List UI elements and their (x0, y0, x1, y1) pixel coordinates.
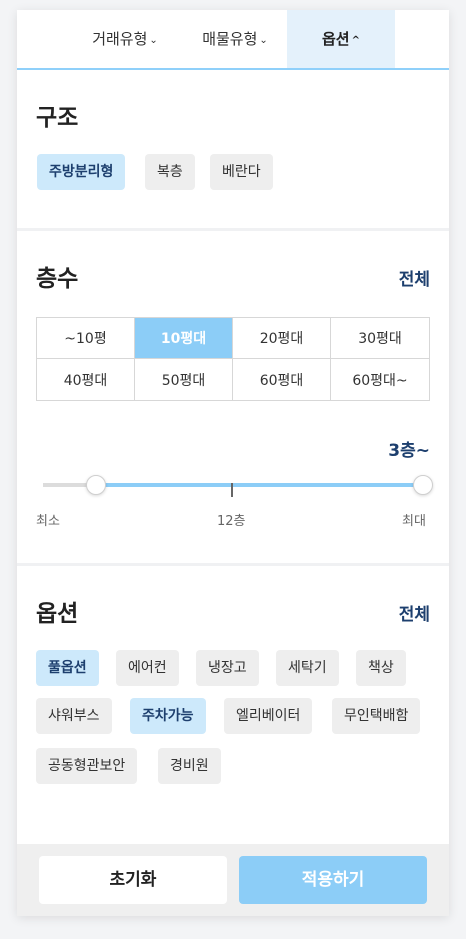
structure-section: 구조 주방분리형 복층 베란다 (17, 70, 449, 228)
slider-min-label: 최소 (36, 514, 60, 529)
size-cell[interactable]: ~10평 (37, 318, 135, 359)
floor-slider-fill (96, 483, 423, 487)
chip-desk[interactable]: 책상 (356, 650, 406, 686)
chip-kitchen-separated[interactable]: 주방분리형 (37, 154, 126, 190)
size-cell[interactable]: 50평대 (135, 359, 233, 400)
chip-entrance-security[interactable]: 공동형관보안 (36, 748, 138, 784)
filter-tabs: 거래유형 ⌄ 매물유형 ⌄ 옵션 ^ (17, 10, 449, 70)
tab-options[interactable]: 옵션 ^ (287, 10, 395, 68)
chip-full-option[interactable]: 풀옵션 (36, 650, 99, 686)
size-cell[interactable]: 20평대 (233, 318, 331, 359)
size-cell[interactable]: 40평대 (37, 359, 135, 400)
options-section: 옵션 전체 풀옵션 에어컨 냉장고 세탁기 책상 샤워부스 주차가능 엘리베이터… (17, 566, 449, 844)
floors-all-button[interactable]: 전체 (399, 265, 430, 290)
slider-max-label: 최대 (402, 514, 426, 529)
tab-deal-type-label: 거래유형 (92, 30, 148, 48)
chip-aircon[interactable]: 에어컨 (116, 650, 179, 686)
size-grid: ~10평 10평대 20평대 30평대 40평대 50평대 60평대 60평대~ (36, 317, 430, 401)
floors-section: 층수 전체 ~10평 10평대 20평대 30평대 40평대 50평대 60평대… (17, 231, 449, 563)
chip-fridge[interactable]: 냉장고 (196, 650, 259, 686)
floor-slider-min-handle[interactable] (86, 475, 107, 495)
chip-veranda[interactable]: 베란다 (210, 154, 273, 190)
chevron-down-icon: ⌄ (259, 35, 268, 46)
chip-shower-booth[interactable]: 샤워부스 (36, 698, 112, 734)
tab-property-type[interactable]: 매물유형 ⌄ (185, 10, 285, 68)
tab-property-type-label: 매물유형 (202, 30, 258, 48)
chip-parking[interactable]: 주차가능 (130, 698, 206, 734)
apply-button[interactable]: 적용하기 (239, 856, 427, 904)
chip-security-guard[interactable]: 경비원 (158, 748, 221, 784)
chevron-down-icon: ⌄ (149, 35, 158, 46)
chip-washer[interactable]: 세탁기 (276, 650, 339, 686)
size-cell[interactable]: 30평대 (331, 318, 429, 359)
structure-title: 구조 (36, 105, 79, 131)
filter-panel: 거래유형 ⌄ 매물유형 ⌄ 옵션 ^ 구조 주방분리형 복층 베란다 층수 전체 ~1… (17, 10, 449, 916)
chip-parcel-locker[interactable]: 무인택배함 (332, 698, 421, 734)
reset-button[interactable]: 초기화 (39, 856, 227, 904)
chip-elevator[interactable]: 엘리베이터 (224, 698, 313, 734)
tab-deal-type[interactable]: 거래유형 ⌄ (75, 10, 175, 68)
chip-duplex[interactable]: 복층 (145, 154, 195, 190)
tab-options-label: 옵션 (322, 30, 350, 48)
filter-footer: 초기화 적용하기 (17, 844, 449, 916)
slider-mid-label: 12층 (217, 514, 246, 529)
size-cell[interactable]: 60평대~ (331, 359, 429, 400)
slider-mid-tick (231, 483, 233, 497)
floor-range-value: 3층~ (388, 441, 430, 461)
size-cell[interactable]: 60평대 (233, 359, 331, 400)
size-cell-selected[interactable]: 10평대 (135, 318, 233, 359)
options-title: 옵션 (36, 601, 79, 627)
chevron-up-icon: ^ (351, 35, 360, 46)
floor-slider-max-handle[interactable] (413, 475, 433, 495)
options-all-button[interactable]: 전체 (399, 600, 430, 625)
floors-title: 층수 (36, 266, 79, 292)
floor-slider-track[interactable] (43, 475, 433, 495)
